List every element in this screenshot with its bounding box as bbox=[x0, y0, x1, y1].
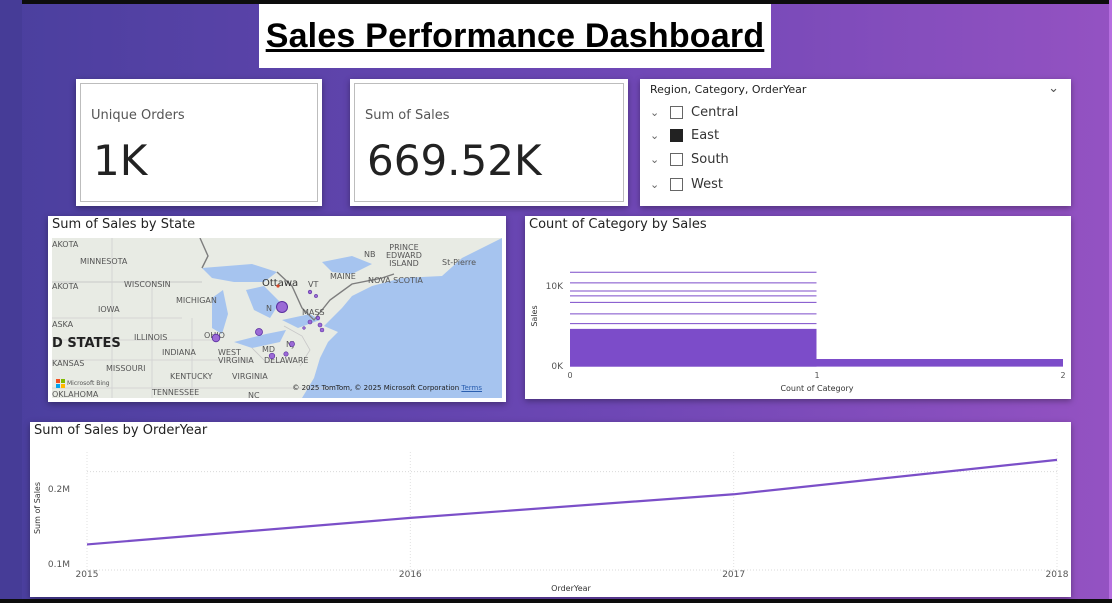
map-logo-text: Microsoft Bing bbox=[67, 380, 110, 387]
x-tick-2016: 2016 bbox=[399, 570, 422, 580]
slicer-item-label: East bbox=[691, 127, 720, 143]
sum-of-sales-card[interactable]: Sum of Sales 669.52K bbox=[350, 79, 628, 206]
region-slicer[interactable]: Region, Category, OrderYear ⌄ ⌄ Central … bbox=[640, 79, 1071, 206]
y-tick-0.2m: 0.2M bbox=[48, 485, 70, 495]
checkbox-checked[interactable] bbox=[670, 128, 683, 142]
checkbox[interactable] bbox=[670, 177, 683, 191]
bar-chart-svg[interactable]: 10K 0K 0 1 2 Count of Category Sales bbox=[525, 216, 1071, 399]
line-x-axis-label: OrderYear bbox=[551, 584, 591, 593]
sales-line bbox=[86, 458, 1058, 546]
line-chart-svg[interactable]: 0.2M 0.1M 2015 2016 2017 2018 OrderYear Sum… bbox=[30, 422, 1071, 597]
bar-series bbox=[570, 271, 1063, 367]
x-tick-2017: 2017 bbox=[722, 570, 745, 580]
slicer-item-label: West bbox=[691, 176, 723, 192]
line-x-ticks: 2015 2016 2017 2018 bbox=[76, 570, 1069, 580]
slicer-item-west[interactable]: ⌄ West bbox=[650, 175, 723, 193]
sum-of-sales-value: 669.52K bbox=[367, 136, 542, 185]
slicer-item-east[interactable]: ⌄ East bbox=[650, 126, 719, 144]
x-tick-2018: 2018 bbox=[1046, 570, 1069, 580]
y-tick-0k: 0K bbox=[551, 362, 564, 372]
line-series bbox=[86, 458, 1058, 546]
dashboard-title-box: Sales Performance Dashboard bbox=[259, 4, 771, 68]
sum-of-sales-frame: Sum of Sales 669.52K bbox=[354, 83, 624, 202]
bar-x-axis-label: Count of Category bbox=[780, 384, 853, 393]
expand-chevron-icon[interactable]: ⌄ bbox=[650, 153, 666, 166]
slicer-header: Region, Category, OrderYear bbox=[650, 83, 807, 96]
map-terms-link[interactable]: Terms bbox=[461, 384, 482, 392]
sum-of-sales-label: Sum of Sales bbox=[365, 108, 450, 123]
checkbox[interactable] bbox=[670, 152, 683, 166]
line-grid bbox=[86, 452, 1058, 571]
x-tick-1: 1 bbox=[814, 371, 819, 380]
unique-orders-card[interactable]: Unique Orders 1K bbox=[76, 79, 322, 206]
expand-chevron-icon[interactable]: ⌄ bbox=[650, 106, 666, 119]
bar-y-axis-label: Sales bbox=[530, 305, 539, 326]
slicer-item-label: Central bbox=[691, 104, 739, 120]
slicer-dropdown-chevron-icon[interactable]: ⌄ bbox=[1048, 81, 1059, 96]
unique-orders-label: Unique Orders bbox=[91, 108, 185, 123]
slicer-item-south[interactable]: ⌄ South bbox=[650, 150, 729, 168]
slicer-item-label: South bbox=[691, 151, 729, 167]
map-copyright-text: © 2025 TomTom, © 2025 Microsoft Corporat… bbox=[292, 384, 460, 392]
x-tick-2: 2 bbox=[1060, 371, 1065, 380]
x-tick-0: 0 bbox=[567, 371, 572, 380]
y-tick-0.1m: 0.1M bbox=[48, 560, 70, 570]
count-category-by-sales-card[interactable]: Count of Category by Sales 10K 0K 0 1 2 … bbox=[525, 216, 1071, 399]
checkbox[interactable] bbox=[670, 105, 683, 119]
sales-by-orderyear-card[interactable]: Sum of Sales by OrderYear 0.2M 0.1M 2015… bbox=[30, 422, 1071, 597]
dashboard-title: Sales Performance Dashboard bbox=[265, 16, 765, 55]
expand-chevron-icon[interactable]: ⌄ bbox=[650, 129, 666, 142]
map-copyright: © 2025 TomTom, © 2025 Microsoft Corporat… bbox=[292, 384, 482, 392]
map-title: Sum of Sales by State bbox=[52, 217, 196, 232]
unique-orders-frame: Unique Orders 1K bbox=[80, 83, 318, 202]
x-tick-2015: 2015 bbox=[76, 570, 99, 580]
y-tick-10k: 10K bbox=[546, 282, 564, 292]
line-y-axis-label: Sum of Sales bbox=[33, 482, 42, 534]
unique-orders-value: 1K bbox=[93, 136, 148, 185]
left-frame-bar bbox=[0, 0, 22, 603]
map-canvas[interactable]: AKOTA MINNESOTA AKOTA WISCONSIN MICHIGAN… bbox=[52, 238, 502, 398]
map-bubbles bbox=[211, 284, 325, 360]
bottom-frame-bar bbox=[0, 599, 1112, 603]
expand-chevron-icon[interactable]: ⌄ bbox=[650, 178, 666, 191]
sales-by-state-map-card[interactable]: Sum of Sales by State AKOTA MINNESOTA AK… bbox=[48, 216, 506, 402]
slicer-item-central[interactable]: ⌄ Central bbox=[650, 103, 738, 121]
microsoft-bing-logo-icon: Microsoft Bing bbox=[56, 379, 110, 388]
